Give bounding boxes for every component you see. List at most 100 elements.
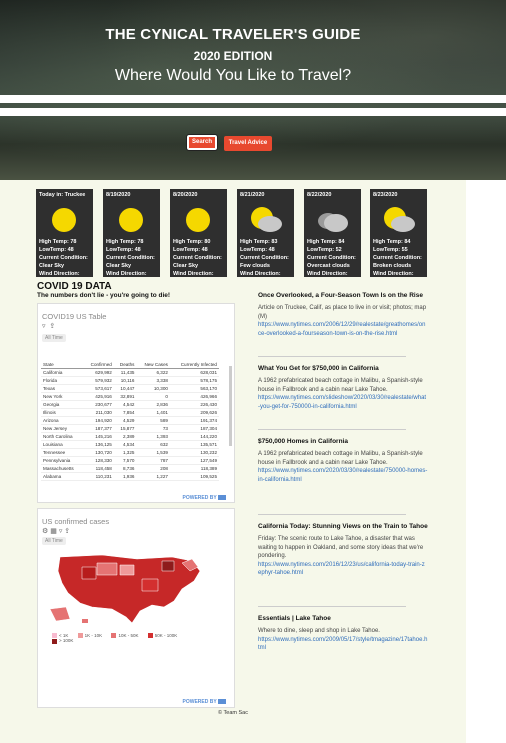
column-header[interactable]: Deaths	[113, 354, 137, 369]
table-row: Tennessee 130,720 1,325 1,539 130,232	[41, 448, 219, 457]
table-cell: 1,401	[136, 408, 170, 417]
table-cell: 11,435	[113, 368, 137, 377]
table-cell: 426,966	[169, 392, 219, 401]
hawaii-shape[interactable]	[82, 619, 88, 623]
cloud-icon	[318, 213, 348, 232]
table-cell: 15,877	[113, 424, 137, 433]
us-map[interactable]	[42, 549, 220, 629]
article-title[interactable]: Once Overlooked, a Four-Season Town Is o…	[258, 291, 428, 300]
table-cell: Illinois	[41, 408, 84, 417]
article-title[interactable]: California Today: Stunning Views on the …	[258, 522, 428, 531]
table-cell: Pennsylvania	[41, 456, 84, 465]
article-link[interactable]: https://www.nytimes.com/2020/03/30/reale…	[258, 467, 428, 484]
table-cell: 130,232	[169, 448, 219, 457]
travel-advice-button[interactable]: Travel Advice	[224, 136, 272, 151]
article-link[interactable]: https://www.nytimes.com/2009/05/17/style…	[258, 636, 428, 653]
table-cell: 1,227	[136, 472, 170, 481]
table-cell: Louisiana	[41, 440, 84, 449]
share-icon[interactable]: ⇪	[64, 528, 70, 535]
wind-direction: Wind Direction:	[173, 271, 214, 277]
column-header[interactable]: Confirmed	[83, 354, 114, 369]
right-margin	[466, 180, 506, 743]
table-cell: 632	[136, 440, 170, 449]
alaska-shape[interactable]	[49, 606, 71, 622]
weather-card: 8/19/2020 High Temp: 78 LowTemp: 48 Current…	[103, 189, 160, 277]
wind-direction: Wind Direction:	[106, 271, 147, 277]
article-link[interactable]: https://www.nytimes.com/2006/12/29/reale…	[258, 321, 428, 338]
column-header[interactable]: Currently Infected	[169, 354, 219, 369]
weather-info: High Temp: 84 LowTemp: 55 Current Conditio…	[373, 238, 427, 277]
table-cell: 211,030	[83, 408, 114, 417]
article-divider	[258, 514, 406, 515]
state-region[interactable]	[96, 562, 118, 576]
article-divider	[258, 429, 406, 430]
legend-item: 10K - 50K	[111, 633, 138, 639]
filter-icon[interactable]: ▿	[59, 528, 63, 535]
column-header[interactable]: State	[41, 354, 84, 369]
article-description: Where to dine, sleep and shop in Lake Ta…	[258, 628, 380, 634]
article-link[interactable]: https://www.nytimes.com/slideshow/2020/0…	[258, 394, 428, 411]
search-bar-top[interactable]	[0, 95, 506, 103]
table-row: Louisiana 136,125 4,534 632 135,571	[41, 440, 219, 449]
weather-card: 8/23/2020 High Temp: 84 LowTemp: 55 Current…	[370, 189, 427, 277]
article-description: A 1962 prefabricated beach cottage in Ma…	[258, 378, 423, 393]
article: What You Get for $750,000 in California A…	[258, 364, 428, 411]
low-temp: LowTemp: 55	[373, 247, 408, 253]
high-temp: High Temp: 84	[373, 239, 411, 245]
table-cell: 2,836	[136, 400, 170, 409]
site-title: THE CYNICAL TRAVELER'S GUIDE	[105, 26, 361, 43]
weather-info: High Temp: 80 LowTemp: 48 Current Conditio…	[173, 238, 227, 277]
table-cell: Florida	[41, 376, 84, 385]
weather-card: 8/20/2020 High Temp: 80 LowTemp: 48 Current…	[170, 189, 227, 277]
column-header[interactable]: New Cases	[136, 354, 170, 369]
high-temp: High Temp: 84	[307, 239, 345, 245]
weather-card: Today in: Truckee High Temp: 78 LowTemp: 4…	[36, 189, 93, 277]
partly-cloudy-icon	[251, 207, 282, 232]
state-region[interactable]	[161, 560, 175, 572]
article-title[interactable]: $750,000 Homes in California	[258, 437, 428, 446]
table-cell: 226,430	[169, 400, 219, 409]
travel-prompt: Where Would You Like to Travel?	[114, 67, 352, 84]
filter-icon[interactable]: ▿	[42, 323, 46, 330]
table-cell: 7,570	[113, 456, 137, 465]
condition-label: Current Condition:	[240, 255, 289, 261]
table-cell: 1,539	[136, 448, 170, 457]
state-region[interactable]	[141, 578, 159, 592]
table-cell: 578,175	[169, 376, 219, 385]
wind-direction: Wind Direction:	[39, 271, 80, 277]
state-region[interactable]	[81, 566, 97, 580]
condition-value: Few clouds	[240, 263, 270, 269]
table-cell: 136,125	[83, 440, 114, 449]
table-cell: 4,542	[113, 400, 137, 409]
grid-icon[interactable]: ▦	[50, 528, 57, 535]
table-cell: New York	[41, 392, 84, 401]
sun-icon	[52, 208, 76, 232]
powered-by-label: POWERED BY	[183, 495, 226, 501]
table-cell: Tennessee	[41, 448, 84, 457]
article: California Today: Stunning Views on the …	[258, 522, 428, 578]
settings-icon[interactable]: ⚙	[42, 528, 48, 535]
condition-label: Current Condition:	[106, 255, 155, 261]
state-region[interactable]	[119, 564, 135, 576]
table-row: Florida 579,932 10,116 3,338 578,175	[41, 376, 219, 385]
share-icon[interactable]: ⇪	[49, 323, 55, 330]
search-button[interactable]: Search	[186, 134, 218, 151]
table-cell: 425,916	[83, 392, 114, 401]
article-title[interactable]: What You Get for $750,000 in California	[258, 364, 428, 373]
table-scrollbar[interactable]	[229, 366, 232, 446]
time-filter[interactable]: All Time	[42, 537, 66, 545]
article-title[interactable]: Essentials | Lake Tahoe	[258, 614, 428, 623]
table-cell: 7,854	[113, 408, 137, 417]
high-temp: High Temp: 78	[39, 239, 77, 245]
table-cell: 589	[136, 416, 170, 425]
weather-date: 8/19/2020	[106, 192, 131, 198]
time-filter[interactable]: All Time	[42, 334, 66, 342]
weather-date: 8/23/2020	[373, 192, 398, 198]
search-bar-bottom[interactable]	[0, 108, 506, 116]
article-link[interactable]: https://www.nytimes.com/2016/12/23/us/ca…	[258, 561, 428, 578]
covid-subtitle: The numbers don't lie - you're going to …	[37, 292, 171, 299]
article-divider	[258, 606, 406, 607]
table-cell: 144,220	[169, 432, 219, 441]
map-toolbar: ⚙ ▦ ▿ ⇪	[42, 527, 70, 535]
weather-info: High Temp: 84 LowTemp: 52 Current Conditio…	[307, 238, 361, 277]
